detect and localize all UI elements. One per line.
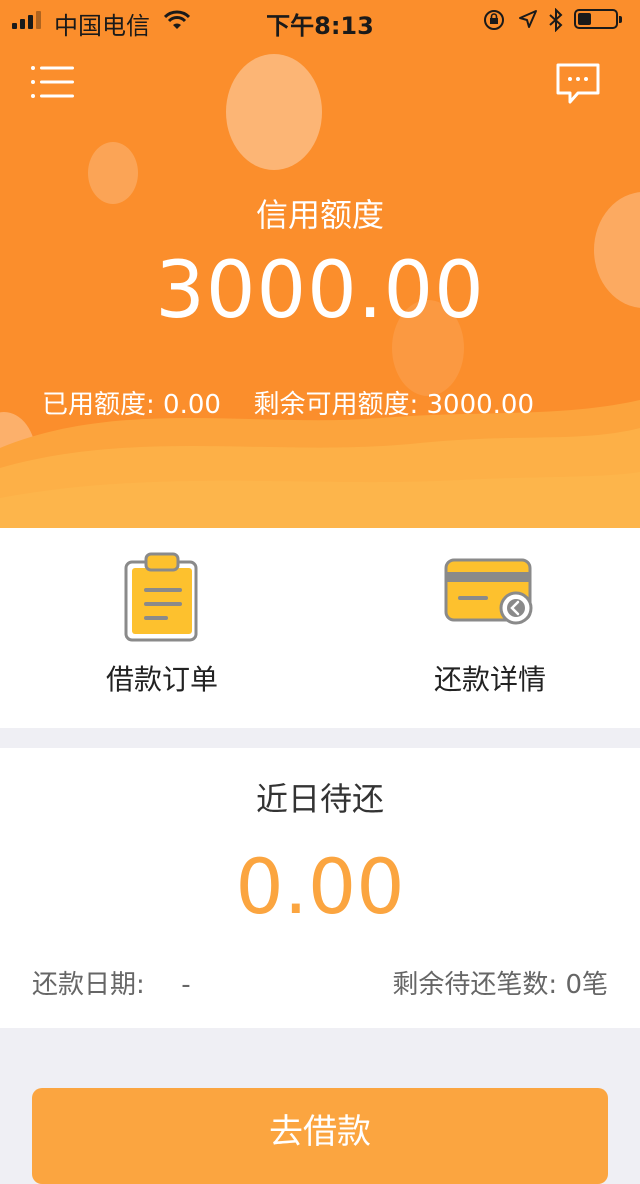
used-credit-value: 0.00 bbox=[163, 390, 221, 420]
borrow-button-label: 去借款 bbox=[269, 1112, 371, 1152]
repayment-details-button[interactable]: 还款详情 bbox=[370, 528, 610, 728]
remaining-repayment-count: 剩余待还笔数: 0笔 bbox=[392, 964, 608, 1001]
repayment-date-value: - bbox=[181, 970, 191, 1000]
clipboard-icon bbox=[124, 552, 198, 642]
credit-limit-amount: 3000.00 bbox=[155, 246, 485, 336]
repayment-date-label: 还款日期: bbox=[32, 970, 145, 1000]
card-return-icon bbox=[444, 558, 533, 625]
loan-orders-button[interactable]: 借款订单 bbox=[42, 528, 282, 728]
shortcut-panel: 借款订单 还款详情 bbox=[0, 528, 640, 728]
menu-button[interactable] bbox=[28, 64, 76, 100]
list-menu-icon bbox=[31, 66, 74, 98]
battery-icon bbox=[574, 9, 622, 29]
upcoming-repayment-card: 近日待还 0.00 还款日期: - 剩余待还笔数: 0笔 bbox=[0, 748, 640, 1028]
borrow-button[interactable]: 去借款 bbox=[32, 1088, 608, 1184]
used-credit-label: 已用额度: bbox=[42, 390, 155, 420]
remaining-count-label: 剩余待还笔数: bbox=[392, 970, 558, 1000]
remaining-count-value: 0笔 bbox=[565, 970, 608, 1000]
message-button[interactable] bbox=[554, 62, 602, 106]
repayment-date: 还款日期: - bbox=[32, 964, 191, 1001]
remaining-credit-value: 3000.00 bbox=[426, 390, 535, 420]
loan-orders-label: 借款订单 bbox=[105, 663, 218, 696]
credit-limit-label: 信用额度 bbox=[255, 196, 384, 234]
rotation-lock-icon bbox=[484, 10, 504, 30]
clock: 下午8:13 bbox=[266, 12, 374, 40]
upcoming-repayment-title: 近日待还 bbox=[255, 780, 384, 818]
location-icon bbox=[519, 10, 537, 28]
bluetooth-icon bbox=[549, 8, 563, 32]
status-bar: 中国电信 下午8:13 bbox=[0, 0, 640, 40]
decor-bubble bbox=[226, 54, 322, 170]
remaining-credit-label: 剩余可用额度: bbox=[253, 390, 419, 420]
repayment-details-label: 还款详情 bbox=[433, 663, 546, 696]
credit-usage-summary: 已用额度: 0.00 剩余可用额度: 3000.00 bbox=[42, 384, 534, 421]
upcoming-repayment-amount: 0.00 bbox=[235, 842, 405, 931]
chat-bubble-icon bbox=[556, 63, 600, 104]
